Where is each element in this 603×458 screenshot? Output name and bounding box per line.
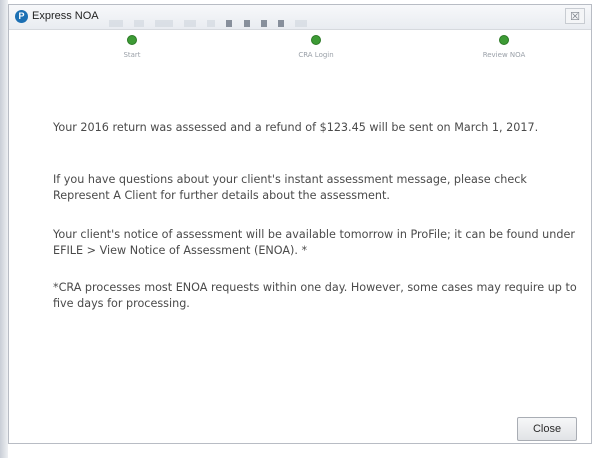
step-complete-icon xyxy=(127,35,137,45)
background-window-edge xyxy=(0,0,8,458)
progress-steps: Start CRA Login Review NOA xyxy=(9,35,591,75)
screen: P Express NOA ☒ Start CRA Login Review N… xyxy=(0,0,603,458)
step-label: Start xyxy=(123,51,141,59)
step-complete-icon xyxy=(499,35,509,45)
step-label: Review NOA xyxy=(482,51,526,59)
step-label: CRA Login xyxy=(298,51,334,59)
window-title: Express NOA xyxy=(32,10,99,22)
window-close-button[interactable]: ☒ xyxy=(565,8,585,24)
express-noa-dialog: P Express NOA ☒ Start CRA Login Review N… xyxy=(8,4,592,444)
close-button[interactable]: Close xyxy=(517,417,577,441)
background-toolbar xyxy=(109,12,339,27)
app-icon: P xyxy=(15,10,28,23)
availability-message: Your client's notice of assessment will … xyxy=(53,228,575,257)
processing-footnote: *CRA processes most ENOA requests within… xyxy=(53,281,577,310)
refund-message: Your 2016 return was assessed and a refu… xyxy=(53,121,539,134)
step-complete-icon xyxy=(311,35,321,45)
step-cra-login: CRA Login xyxy=(256,35,376,59)
title-bar: P Express NOA ☒ xyxy=(9,5,591,30)
step-review-noa: Review NOA xyxy=(444,35,564,59)
questions-message: If you have questions about your client'… xyxy=(53,173,527,202)
step-start: Start xyxy=(72,35,192,59)
